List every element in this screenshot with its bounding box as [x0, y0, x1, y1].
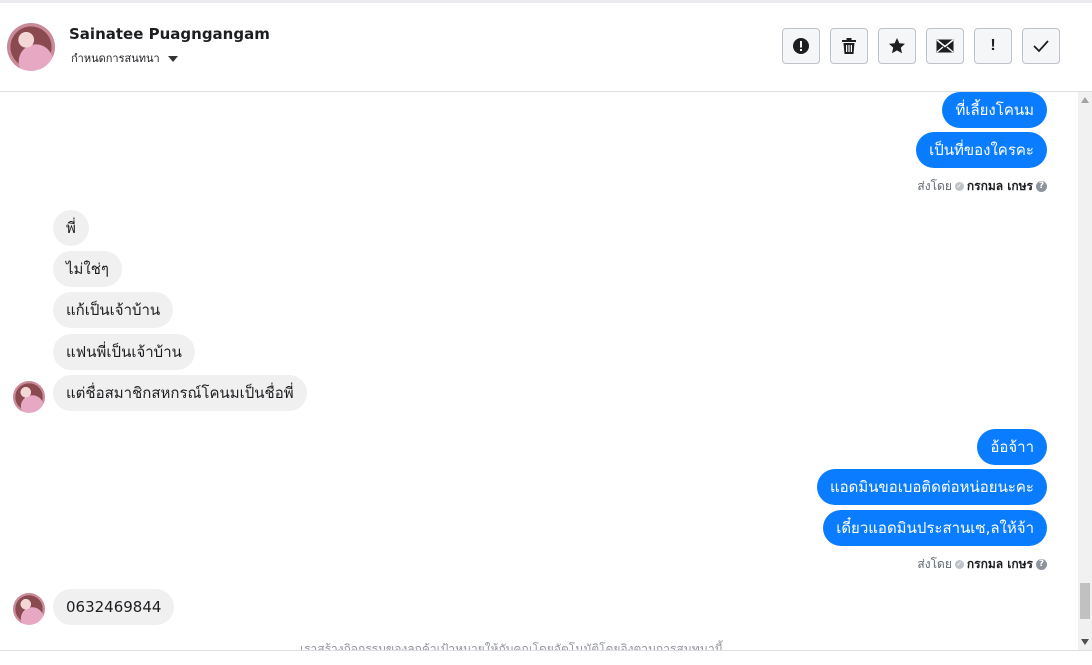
star-icon	[889, 38, 905, 54]
scrollbar[interactable]	[1078, 92, 1092, 650]
contact-name[interactable]: Sainatee Puagngangam	[69, 25, 270, 43]
mark-done-button[interactable]	[1022, 28, 1060, 64]
envelope-icon	[936, 39, 954, 53]
message-bubble-outgoing: แอดมินขอเบอติดต่อหน่อยนะคะ	[816, 469, 1047, 505]
message-bubble-incoming: แฟนพี่เป็นเจ้าบ้าน	[53, 334, 195, 370]
schedule-label: กำหนดการสนทนา	[71, 52, 160, 65]
mark-unread-button[interactable]	[926, 28, 964, 64]
sender-avatar[interactable]	[13, 381, 45, 413]
message-bubble-outgoing: ที่เลี้ยงโคนม	[942, 92, 1047, 128]
sent-by-label: ส่งโดย ✓ กรกมล เกษร?	[917, 177, 1047, 196]
sender-name[interactable]: กรกมล เกษร	[967, 179, 1033, 193]
help-icon[interactable]: ?	[1036, 181, 1047, 192]
sent-by-prefix: ส่งโดย	[917, 179, 952, 193]
exclamation-circle-icon	[793, 38, 809, 54]
activity-footnote: เราสร้างกิจกรรมของลูกค้าเป้าหมายให้กับคุ…	[300, 642, 723, 650]
message-bubble-incoming: แก้เป็นเจ้าบ้าน	[53, 292, 174, 328]
message-bubble-outgoing: เป็นที่ของใครคะ	[916, 132, 1047, 168]
verified-icon: ✓	[954, 560, 964, 569]
sender-name[interactable]: กรกมล เกษร	[967, 557, 1033, 571]
conversation-header: Sainatee Puagngangam กำหนดการสนทนา !	[0, 3, 1092, 92]
verified-icon: ✓	[954, 182, 964, 191]
checkmark-icon	[1033, 40, 1049, 53]
message-bubble-incoming: ไม่ใช่ๆ	[53, 251, 122, 287]
conversation-schedule-dropdown[interactable]: กำหนดการสนทนา	[71, 49, 178, 67]
sender-avatar[interactable]	[13, 593, 45, 625]
sent-by-prefix: ส่งโดย	[917, 557, 952, 571]
bottom-border	[0, 650, 1092, 665]
important-label: !	[990, 37, 996, 54]
mark-spam-button[interactable]	[782, 28, 820, 64]
message-bubble-incoming: แต่ชื่อสมาชิกสหกรณ์โคนมเป็นชื่อพี่	[53, 375, 307, 411]
delete-button[interactable]	[830, 28, 868, 64]
caret-down-icon	[167, 56, 178, 62]
star-button[interactable]	[878, 28, 916, 64]
important-button[interactable]: !	[974, 28, 1012, 64]
message-bubble-outgoing: เดี๋ยวแอดมินประสานเซ,ลให้จ้า	[823, 510, 1047, 546]
trash-icon	[842, 38, 856, 54]
message-bubble-incoming: พี่	[53, 210, 89, 246]
message-thread[interactable]: ที่เลี้ยงโคนม เป็นที่ของใครคะ ส่งโดย ✓ กรก…	[0, 92, 1078, 650]
sent-by-label: ส่งโดย ✓ กรกมล เกษร?	[917, 555, 1047, 574]
message-bubble-incoming: 0632469844	[53, 589, 175, 625]
scroll-down-icon[interactable]	[1081, 639, 1089, 645]
scrollbar-thumb[interactable]	[1080, 583, 1090, 619]
scroll-up-icon[interactable]	[1081, 97, 1089, 103]
help-icon[interactable]: ?	[1036, 559, 1047, 570]
message-bubble-outgoing: อ้อจ้าา	[977, 429, 1047, 465]
contact-avatar[interactable]	[7, 23, 55, 71]
